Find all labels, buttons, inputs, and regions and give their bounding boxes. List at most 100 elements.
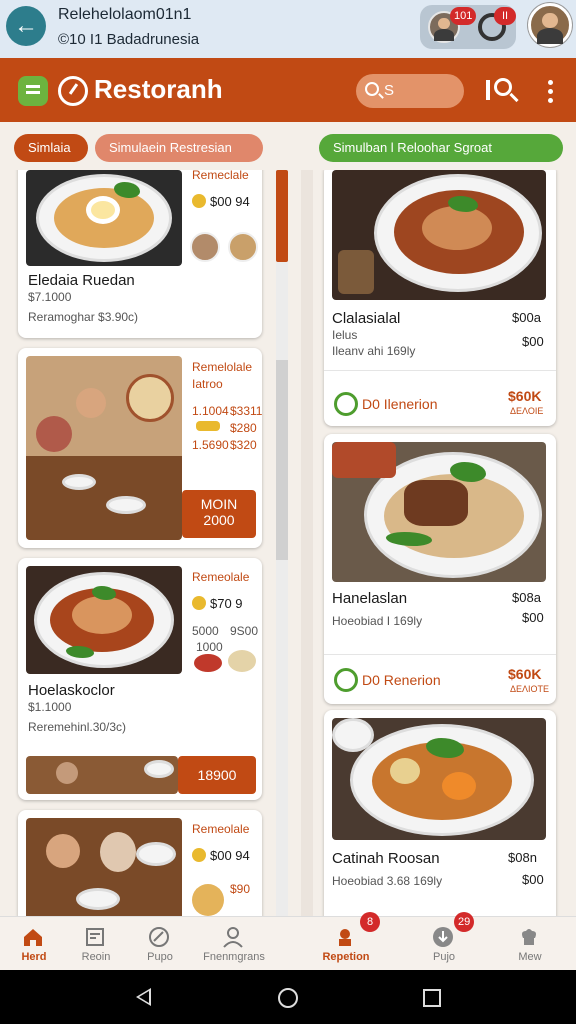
dining-photo-strip	[26, 756, 178, 794]
restaurant-meta: Hoeobiad I 169ly	[332, 614, 423, 628]
restaurant-tag: Remeolale	[192, 822, 250, 836]
search-icon	[365, 82, 379, 96]
price: $00a	[512, 310, 541, 325]
restaurant-tag: Iatroo	[192, 377, 223, 391]
deal-price: $60K	[508, 388, 542, 404]
restaurant-card[interactable]: Remelolale Iatroo 1.1004 $3311 $280 1.56…	[18, 348, 262, 548]
restaurant-card[interactable]: Catinah Roosan $08n Hoeobiad 3.68 169ly …	[324, 710, 556, 916]
restaurant-card[interactable]: Clalasialal $00a Ielus Ileanv ahi 169ly …	[324, 170, 556, 426]
app-title: Restoranh	[94, 74, 223, 104]
food-photo	[332, 718, 546, 840]
restaurant-meta: Ielus	[332, 328, 358, 342]
restaurant-tag: Remeclale	[192, 170, 249, 182]
person-icon	[223, 927, 243, 948]
deal-icon	[334, 668, 358, 692]
dish-thumbnail	[194, 654, 222, 672]
order-button[interactable]: 18900	[178, 756, 256, 794]
nav-label: Repetion	[322, 951, 370, 963]
restaurant-card[interactable]: Remeclale $00 94 Eledaia Ruedan $7.1000 …	[18, 170, 262, 338]
restaurant-meta: $1.1000	[28, 700, 72, 714]
camera-badge: II	[494, 7, 516, 25]
deal-label[interactable]: D0 Ilenerion	[362, 396, 438, 412]
nav-label: Mew	[518, 951, 542, 963]
price-row: $320	[230, 438, 257, 452]
reservation-badge: 8	[360, 912, 380, 932]
price: $08n	[508, 850, 537, 865]
price-row: 9S00	[230, 624, 259, 638]
deal-subtext: ΔΕΛΙΟΤΕ	[510, 684, 550, 694]
food-photo	[332, 442, 546, 582]
system-recents-icon[interactable]	[423, 989, 441, 1007]
restaurant-name: Catinah Roosan	[332, 850, 440, 867]
price-row: $280	[230, 421, 257, 435]
nav-item-menu[interactable]: Mew	[490, 916, 570, 970]
search-input[interactable]: S	[356, 74, 464, 108]
self-avatar[interactable]	[528, 3, 572, 47]
dining-photo	[26, 818, 182, 916]
restaurant-meta: Reramoghar $3.90c)	[28, 310, 139, 324]
column-divider	[301, 170, 313, 916]
restaurant-meta: $7.1000	[28, 290, 72, 304]
dining-photo	[26, 356, 182, 540]
left-scrollbar-region	[276, 360, 288, 560]
app-logo-icon	[18, 76, 48, 106]
food-icon	[196, 421, 220, 431]
menu-board-icon	[86, 928, 104, 946]
price: $00 94	[210, 848, 250, 863]
left-scrollbar-thumb[interactable]	[276, 170, 288, 262]
price: $00	[522, 610, 544, 625]
nav-item-pupo[interactable]: Pupo	[120, 916, 200, 970]
download-icon	[433, 927, 453, 947]
restaurant-tag: Remelolale	[192, 360, 253, 374]
filter-chip-2[interactable]: Simulaein Restresian	[95, 134, 263, 162]
filter-chip-3[interactable]: Simulban l Reloohar Sgroat	[319, 134, 563, 162]
nav-label: Pujo	[432, 951, 456, 963]
more-menu-icon[interactable]	[540, 78, 560, 106]
coin-icon	[192, 848, 206, 862]
price-row: 1.1004	[192, 404, 229, 418]
nav-item-profile[interactable]: Fnenmgrans	[194, 916, 274, 970]
system-back-icon[interactable]	[136, 988, 151, 1006]
food-photo	[332, 170, 546, 300]
system-home-icon[interactable]	[278, 988, 298, 1008]
food-photo	[26, 170, 182, 266]
deal-subtext: ΔΕΛΟΙΕ	[510, 406, 544, 416]
restaurant-name: Eledaia Ruedan	[28, 272, 135, 289]
order-button[interactable]: MOIN 2000	[182, 490, 256, 538]
restaurant-name: Clalasialal	[332, 310, 401, 327]
food-plate-icon	[149, 927, 169, 947]
restaurant-card[interactable]: Remeolale $70 9 5000 9S00 1000 Hoelaskoc…	[18, 558, 262, 800]
dish-thumbnail	[192, 884, 224, 916]
divider	[324, 654, 556, 655]
advanced-search-icon[interactable]	[486, 76, 520, 106]
food-photo	[26, 566, 182, 674]
compass-icon	[58, 76, 88, 106]
price: $00 94	[210, 194, 250, 209]
price-row: 5000	[192, 624, 219, 638]
participant-badge: 101	[450, 7, 477, 25]
nav-label: Pupo	[147, 951, 173, 963]
restaurant-name: Hoelaskoclor	[28, 682, 115, 699]
order-button-value: 2000	[203, 512, 235, 528]
coin-icon	[192, 194, 206, 208]
restaurant-card[interactable]: Hanelaslan $08a Hoeobiad I 169ly $00 D0 …	[324, 434, 556, 704]
left-restaurant-list[interactable]: Remeclale $00 94 Eledaia Ruedan $7.1000 …	[0, 170, 300, 916]
back-arrow-icon[interactable]: ←	[6, 6, 46, 46]
price-row: $3311	[230, 404, 262, 418]
call-subtitle: ©10 I1 Badadrunesia	[58, 31, 200, 48]
restaurant-meta: Hoeobiad 3.68 169ly	[332, 874, 443, 888]
deal-price: $60K	[508, 666, 542, 682]
order-button-label: MOIN	[200, 496, 238, 512]
right-restaurant-list[interactable]: Clalasialal $00a Ielus Ileanv ahi 169ly …	[316, 170, 576, 916]
filter-chip-1[interactable]: Simlaia	[14, 134, 88, 162]
chef-icon	[339, 929, 351, 946]
deal-label[interactable]: D0 Renerion	[362, 672, 441, 688]
restaurant-meta: Ileanv ahi 169ly	[332, 344, 416, 358]
reviewer-avatar	[190, 232, 220, 262]
restaurant-card[interactable]: Remeolale $00 94 $90	[18, 810, 262, 916]
deal-icon	[334, 392, 358, 416]
nav-label: Fnenmgrans	[203, 951, 265, 963]
price: $00	[522, 872, 544, 887]
video-call-pill[interactable]: 101 II	[420, 5, 516, 49]
restaurant-meta: Reremehinl.30/3c)	[28, 720, 127, 734]
